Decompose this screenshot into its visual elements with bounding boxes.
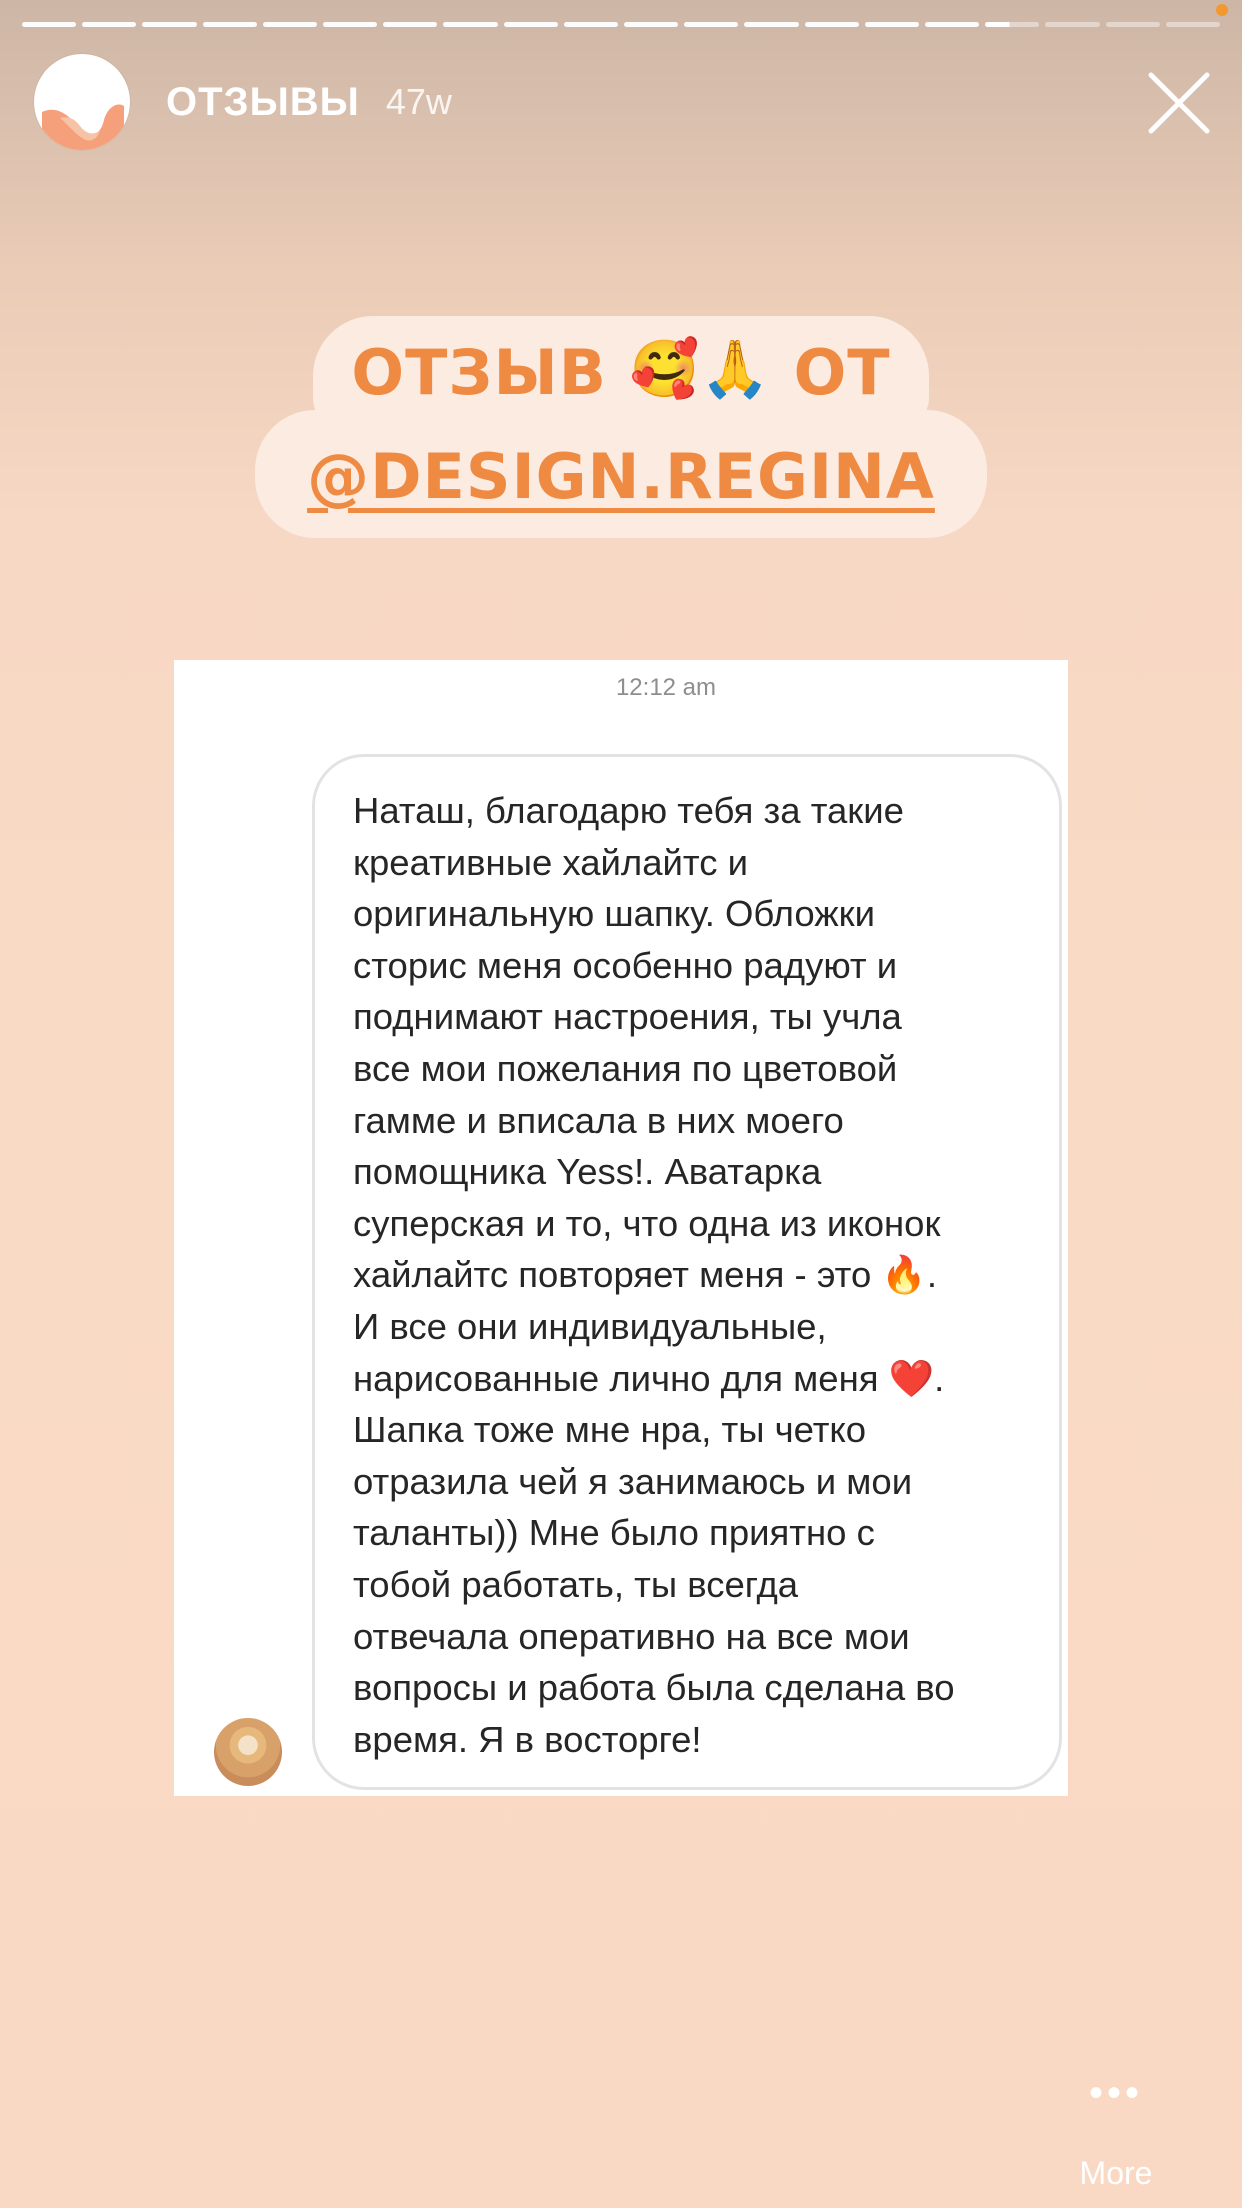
- progress-segment: [985, 22, 1040, 27]
- progress-segment: [864, 22, 920, 27]
- progress-segment: [1165, 22, 1221, 27]
- sticker-line-1: ОТЗЫВ 🥰🙏 ОТ: [313, 316, 929, 428]
- sticker-word-review: ОТЗЫВ: [351, 336, 607, 409]
- progress-segment: [383, 22, 438, 27]
- review-sticker: ОТЗЫВ 🥰🙏 ОТ @DESIGN.REGINA: [0, 316, 1242, 538]
- message-line: все мои пожелания по цветовой: [353, 1047, 898, 1089]
- progress-segment: [563, 22, 619, 27]
- sticker-emoji: 🥰🙏: [629, 337, 771, 402]
- message-line: отвечала оперативно на все мои: [353, 1615, 910, 1657]
- progress-segment: [1105, 22, 1160, 27]
- more-button[interactable]: ••• More: [1056, 2073, 1176, 2192]
- more-label: More: [1079, 2155, 1153, 2191]
- progress-segment: [142, 22, 197, 27]
- message-line: таланты)) Мне было приятно с: [353, 1512, 875, 1554]
- close-icon: [1148, 72, 1210, 134]
- story-title[interactable]: ОТЗЫВЫ: [166, 80, 360, 125]
- message-line: сторис меня особенно радуют и: [353, 944, 898, 986]
- sender-avatar: [214, 1718, 282, 1786]
- progress-segment: [1045, 22, 1100, 27]
- sticker-word-from: ОТ: [793, 336, 891, 409]
- more-dots-icon: •••: [1088, 2071, 1143, 2115]
- progress-segment: [744, 22, 799, 27]
- message-line: суперская и то, что одна из иконок: [353, 1202, 941, 1244]
- progress-segment: [925, 22, 980, 27]
- message-line: тобой работать, ты всегда: [353, 1563, 799, 1605]
- message-line: креативные хайлайтс и: [353, 841, 748, 883]
- message-timestamp: 12:12 am: [615, 674, 717, 701]
- message-line: вопросы и работа была сделана во: [353, 1667, 955, 1709]
- progress-segment: [22, 22, 77, 27]
- message-line: хайлайтс повторяет меня - это 🔥.: [353, 1254, 937, 1296]
- mention-link[interactable]: @DESIGN.REGINA: [255, 410, 987, 538]
- message-line: помощника Yess!. Аватарка: [353, 1151, 822, 1193]
- message-line: И все они индивидуальные,: [353, 1305, 827, 1347]
- message-line: оригинальную шапку. Обложки: [353, 893, 876, 935]
- highlight-avatar[interactable]: [34, 54, 130, 150]
- progress-segment: [804, 22, 859, 27]
- progress-segment: [443, 22, 498, 27]
- story-time-ago: 47w: [385, 81, 452, 122]
- progress-segment: [262, 22, 318, 27]
- close-button[interactable]: [1144, 68, 1214, 138]
- progress-segment: [82, 22, 137, 27]
- progress-segment: [624, 22, 679, 27]
- message-line: отразила чей я занимаюсь и мои: [353, 1460, 913, 1502]
- review-screenshot: 12:12 am Наташ, благодарю тебя за такие …: [174, 660, 1068, 1796]
- message-line: Наташ, благодарю тебя за такие: [353, 790, 904, 831]
- message-line: нарисованные лично для меня ❤️.: [353, 1357, 945, 1399]
- story-header: ОТЗЫВЫ 47w: [34, 52, 452, 152]
- notification-dot: [1216, 4, 1228, 16]
- progress-segment: [503, 22, 558, 27]
- message-line: Шапка тоже мне нра, ты четко: [353, 1409, 867, 1451]
- message-line: гамме и вписала в них моего: [353, 1099, 844, 1141]
- story-progress-bar: [22, 22, 1221, 27]
- message-line: поднимают настроения, ты учла: [353, 996, 902, 1038]
- progress-segment: [684, 22, 739, 27]
- progress-segment: [323, 22, 378, 27]
- message-line: время. Я в восторге!: [353, 1718, 702, 1760]
- message-bubble: Наташ, благодарю тебя за такие креативны…: [312, 754, 1062, 1790]
- progress-segment: [202, 22, 257, 27]
